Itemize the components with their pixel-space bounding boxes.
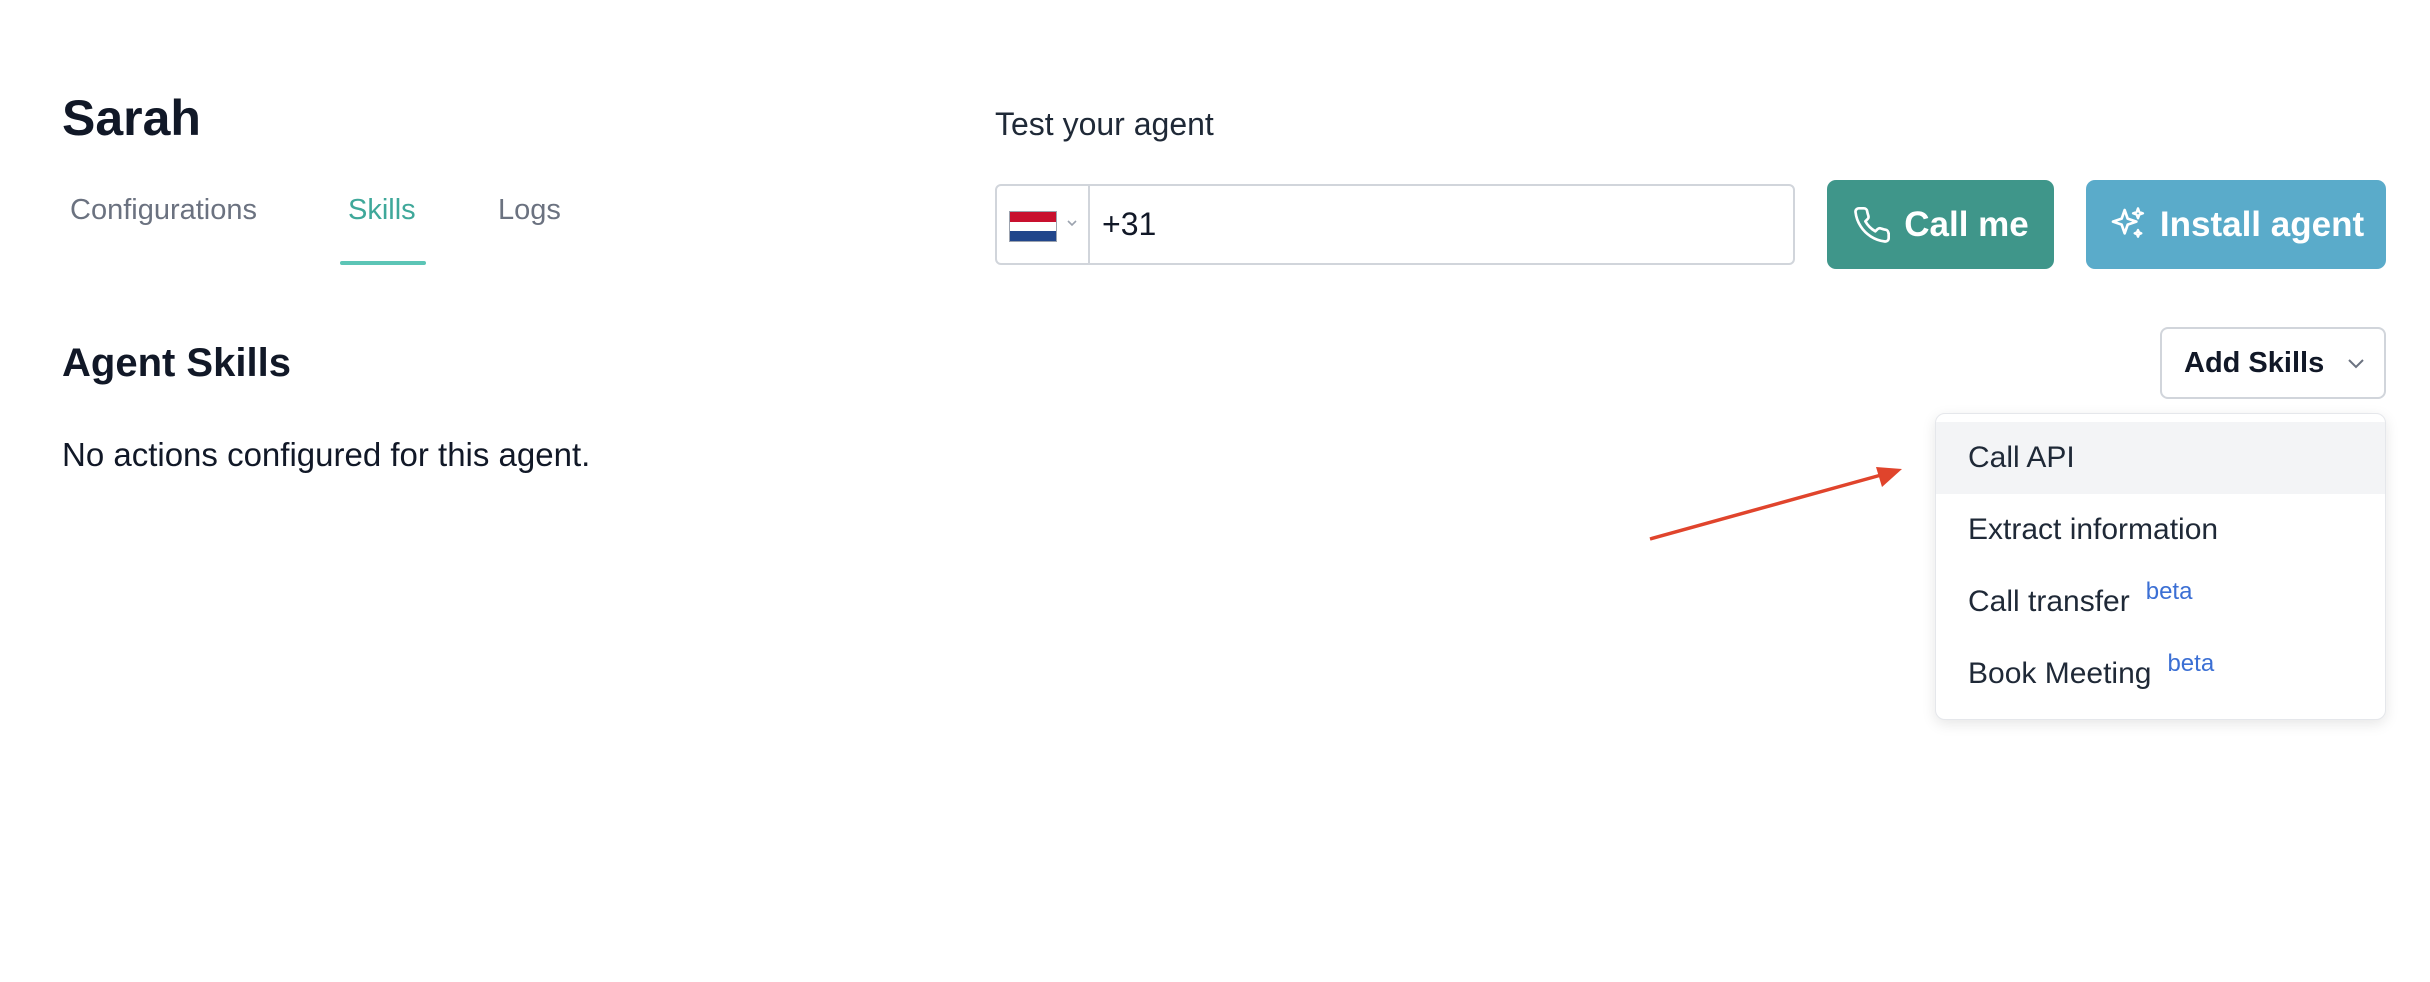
- active-tab-indicator: [340, 261, 426, 265]
- menu-item-label: Call API: [1968, 441, 2075, 474]
- agent-skills-heading: Agent Skills: [62, 341, 291, 385]
- call-me-label: Call me: [1904, 204, 2029, 244]
- tab-bar: Configurations Skills Logs: [62, 182, 622, 268]
- tab-configurations[interactable]: Configurations: [70, 182, 257, 238]
- netherlands-flag-icon: [1009, 211, 1057, 242]
- install-agent-label: Install agent: [2159, 204, 2365, 244]
- tab-skills[interactable]: Skills: [348, 182, 416, 238]
- call-me-button[interactable]: Call me: [1827, 180, 2054, 269]
- menu-item-label: Extract information: [1968, 513, 2219, 546]
- menu-item-extract-information[interactable]: Extract information: [1936, 494, 2385, 566]
- sparkles-icon: [2111, 206, 2145, 238]
- phone-icon: [1854, 206, 1891, 243]
- empty-state-message: No actions configured for this agent.: [62, 436, 591, 473]
- install-agent-button[interactable]: Install agent: [2086, 180, 2386, 269]
- menu-item-label: Book Meeting: [1968, 657, 2152, 690]
- menu-item-label: Call transfer: [1968, 585, 2130, 618]
- chevron-down-icon: [1067, 220, 1077, 227]
- test-agent-title: Test your agent: [995, 106, 1214, 142]
- tab-logs[interactable]: Logs: [498, 182, 561, 238]
- phone-field: [995, 184, 1795, 265]
- add-skills-menu: Call API Extract information Call transf…: [1935, 413, 2386, 720]
- beta-badge: beta: [2167, 650, 2215, 677]
- add-skills-label: Add Skills: [2184, 346, 2325, 379]
- chevron-down-icon: [2348, 359, 2364, 369]
- phone-input[interactable]: [1102, 186, 1782, 263]
- beta-badge: beta: [2145, 578, 2193, 605]
- add-skills-dropdown[interactable]: Add Skills: [2160, 327, 2386, 399]
- menu-item-call-transfer[interactable]: Call transfer beta: [1936, 566, 2385, 638]
- menu-item-book-meeting[interactable]: Book Meeting beta: [1936, 638, 2385, 710]
- country-select[interactable]: [997, 186, 1090, 263]
- agent-name: Sarah: [62, 90, 201, 146]
- menu-item-call-api[interactable]: Call API: [1936, 422, 2385, 494]
- annotation-arrow-icon: [1649, 467, 1902, 541]
